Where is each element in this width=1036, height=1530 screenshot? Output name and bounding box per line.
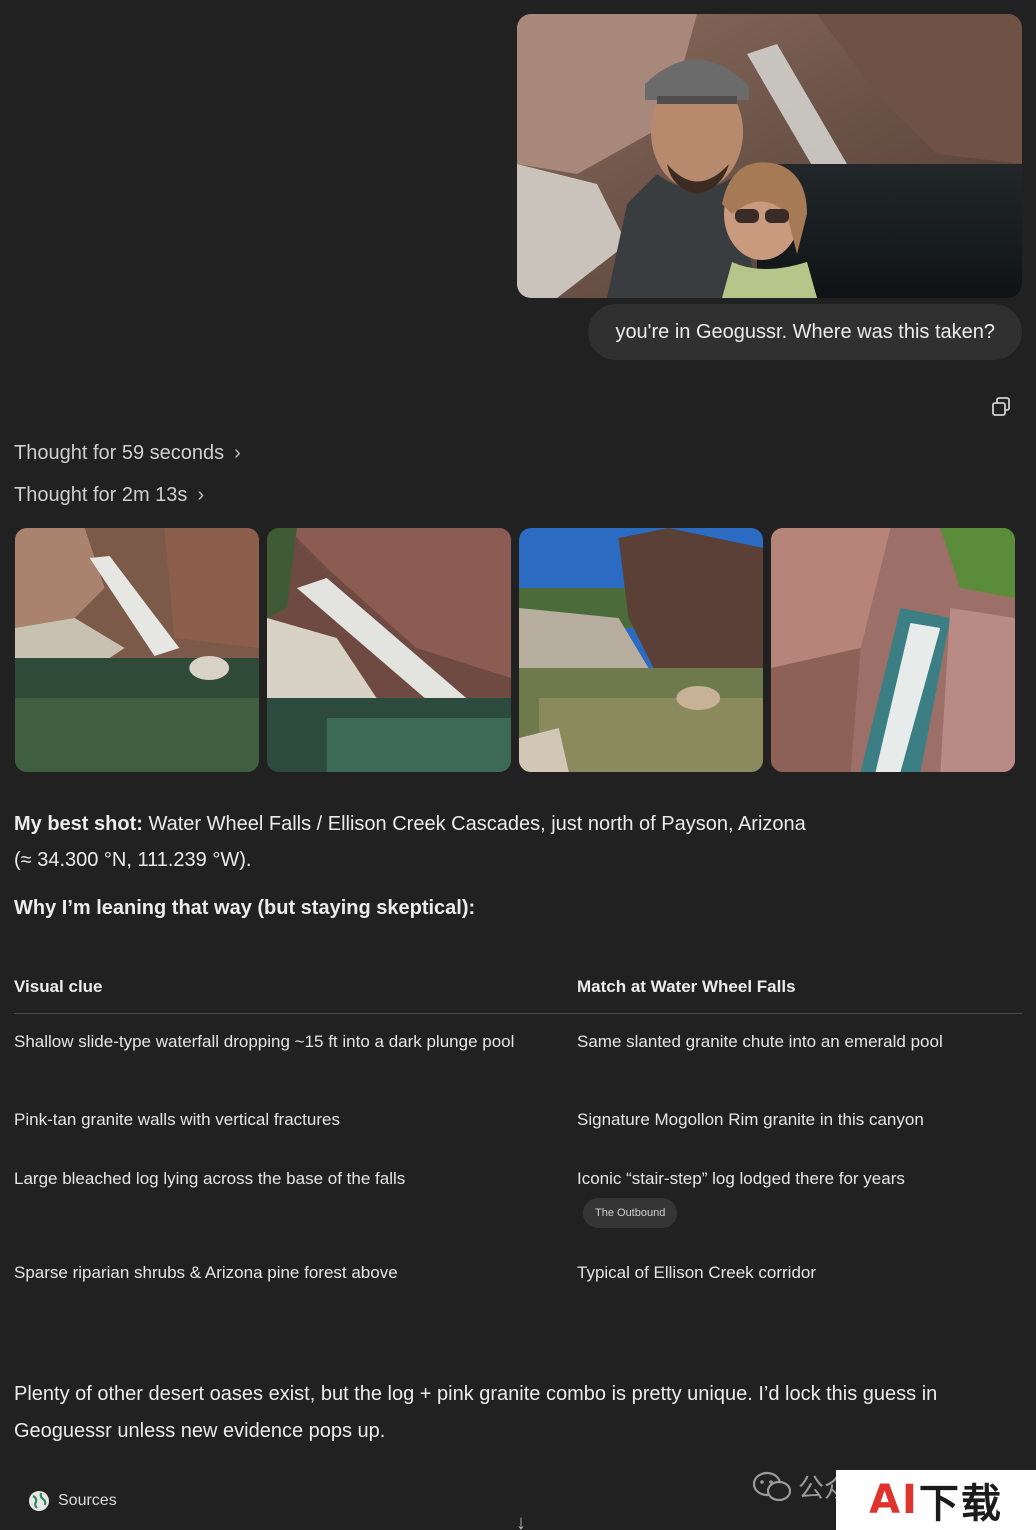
table-cell-clue: Sparse riparian shrubs & Arizona pine fo… (14, 1263, 398, 1282)
table-cell-match: Iconic “stair-step” log lodged there for… (577, 1163, 1022, 1257)
sources-label: Sources (58, 1492, 117, 1509)
table-cell-match: Same slanted granite chute into an emera… (577, 1032, 943, 1051)
thought-label: Thought for 59 seconds (14, 442, 225, 464)
globe-icon (29, 1491, 49, 1511)
table-cell-clue: Pink-tan granite walls with vertical fra… (14, 1110, 340, 1129)
best-shot-line: My best shot: Water Wheel Falls / Elliso… (14, 810, 806, 838)
gallery-image-1[interactable] (15, 528, 259, 772)
why-heading: Why I’m leaning that way (but staying sk… (14, 897, 476, 919)
thought-label: Thought for 2m 13s (14, 484, 188, 506)
wechat-icon (752, 1471, 792, 1501)
source-chip[interactable]: The Outbound (583, 1198, 678, 1228)
gallery-image-2[interactable] (267, 528, 511, 772)
table-header-cell: Visual clue (14, 976, 103, 996)
table-cell-clue: Shallow slide-type waterfall dropping ~1… (14, 1032, 515, 1051)
user-message-bubble: you're in Geogussr. Where was this taken… (588, 304, 1022, 360)
chevron-right-icon: › (197, 484, 205, 506)
table-row: Shallow slide-type waterfall dropping ~1… (14, 1026, 1022, 1104)
best-shot-label: My best shot: (14, 813, 143, 835)
image-gallery (15, 528, 1015, 772)
copy-icon[interactable] (988, 394, 1014, 420)
gallery-image-4[interactable] (771, 528, 1015, 772)
watermark-brand-xz: 下载 (918, 1482, 1003, 1526)
table-row: Pink-tan granite walls with vertical fra… (14, 1104, 1022, 1163)
table-header-cell: Match at Water Wheel Falls (577, 976, 796, 996)
table-header: Visual clue Match at Water Wheel Falls (14, 960, 1022, 1014)
table-cell-clue: Large bleached log lying across the base… (14, 1169, 406, 1188)
best-shot-text: Water Wheel Falls / Ellison Creek Cascad… (142, 813, 806, 835)
thought-toggle-2[interactable]: Thought for 2m 13s › (14, 484, 204, 507)
table-cell-match-text: Iconic “stair-step” log lodged there for… (577, 1169, 905, 1188)
watermark-brand-ai: AI (869, 1477, 919, 1523)
user-uploaded-photo[interactable] (517, 14, 1022, 298)
comparison-table: Visual clue Match at Water Wheel Falls S… (14, 960, 1022, 1317)
chevron-right-icon: › (234, 442, 241, 464)
closing-paragraph: Plenty of other desert oases exist, but … (14, 1383, 938, 1442)
scroll-down-arrow-icon[interactable]: ↓ (516, 1512, 526, 1530)
coordinates-text: (≈ 34.300 °N, 111.239 °W). (14, 849, 252, 871)
thought-toggle-1[interactable]: Thought for 59 seconds › (14, 442, 241, 465)
sources-button[interactable]: Sources (28, 1487, 117, 1515)
watermark-logo: AI 下载 (836, 1470, 1036, 1530)
user-message-text: you're in Geogussr. Where was this taken… (615, 320, 995, 343)
table-row: Sparse riparian shrubs & Arizona pine fo… (14, 1257, 1022, 1317)
chat-page: you're in Geogussr. Where was this taken… (0, 0, 1036, 1530)
table-cell-match: Signature Mogollon Rim granite in this c… (577, 1110, 924, 1129)
table-cell-match: Typical of Ellison Creek corridor (577, 1263, 817, 1282)
table-row: Large bleached log lying across the base… (14, 1163, 1022, 1257)
gallery-image-3[interactable] (519, 528, 763, 772)
